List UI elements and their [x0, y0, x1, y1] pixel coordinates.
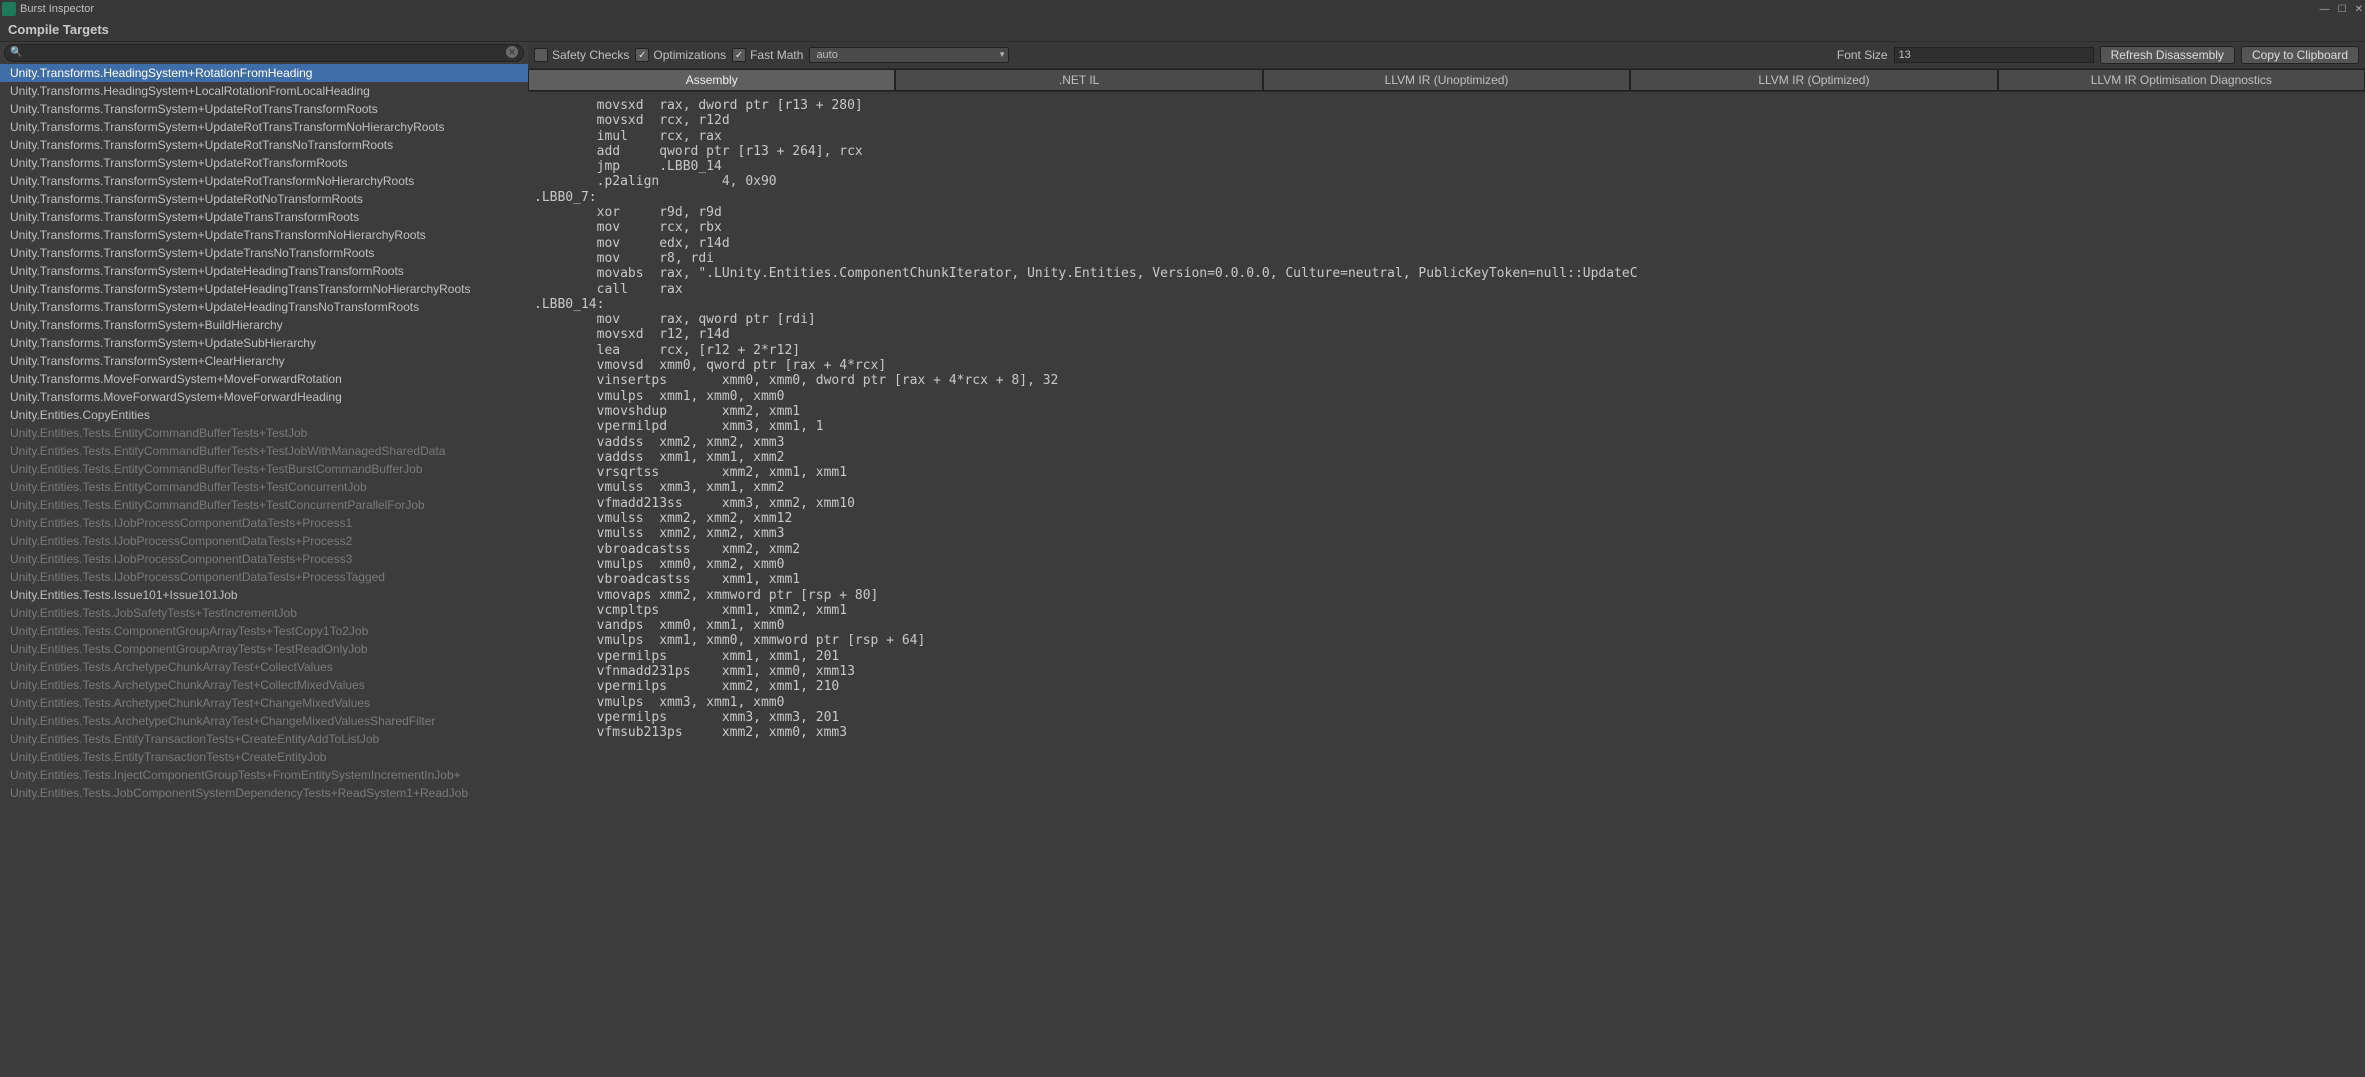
optimizations-label: Optimizations [653, 48, 726, 62]
target-item[interactable]: Unity.Entities.Tests.EntityCommandBuffer… [0, 478, 528, 496]
maximize-icon[interactable]: ☐ [2338, 4, 2347, 15]
target-item[interactable]: Unity.Entities.Tests.EntityCommandBuffer… [0, 496, 528, 514]
target-item[interactable]: Unity.Entities.Tests.ComponentGroupArray… [0, 622, 528, 640]
tab[interactable]: Assembly [528, 69, 895, 91]
dropdown-value: auto [816, 49, 837, 61]
target-item[interactable]: Unity.Transforms.MoveForwardSystem+MoveF… [0, 370, 528, 388]
target-item[interactable]: Unity.Transforms.TransformSystem+BuildHi… [0, 316, 528, 334]
target-item[interactable]: Unity.Transforms.TransformSystem+ClearHi… [0, 352, 528, 370]
target-item[interactable]: Unity.Entities.CopyEntities [0, 406, 528, 424]
target-dropdown[interactable]: auto [809, 47, 1009, 63]
target-item[interactable]: Unity.Transforms.TransformSystem+UpdateR… [0, 190, 528, 208]
copy-to-clipboard-button[interactable]: Copy to Clipboard [2241, 46, 2359, 64]
window-title: Burst Inspector [20, 3, 94, 15]
target-item[interactable]: Unity.Transforms.TransformSystem+UpdateR… [0, 136, 528, 154]
search-input[interactable] [4, 44, 524, 62]
target-item[interactable]: Unity.Entities.Tests.Issue101+Issue101Jo… [0, 586, 528, 604]
target-item[interactable]: Unity.Transforms.TransformSystem+UpdateS… [0, 334, 528, 352]
minimize-icon[interactable]: — [2320, 4, 2330, 15]
checkbox-icon: ✓ [635, 48, 649, 62]
fontsize-label: Font Size [1837, 48, 1888, 62]
target-item[interactable]: Unity.Entities.Tests.ComponentGroupArray… [0, 640, 528, 658]
tab[interactable]: LLVM IR (Optimized) [1630, 69, 1997, 91]
checkbox-icon [534, 48, 548, 62]
tabs: Assembly.NET ILLLVM IR (Unoptimized)LLVM… [528, 69, 2365, 92]
page-title: Compile Targets [8, 22, 109, 37]
fastmath-label: Fast Math [750, 48, 803, 62]
app-icon [2, 2, 16, 16]
target-item[interactable]: Unity.Transforms.TransformSystem+UpdateT… [0, 226, 528, 244]
target-item[interactable]: Unity.Entities.Tests.EntityTransactionTe… [0, 748, 528, 766]
target-item[interactable]: Unity.Transforms.TransformSystem+UpdateH… [0, 280, 528, 298]
fontsize-input[interactable] [1894, 47, 2094, 63]
target-item[interactable]: Unity.Transforms.HeadingSystem+LocalRota… [0, 82, 528, 100]
fastmath-toggle[interactable]: ✓ Fast Math [732, 48, 803, 62]
target-item[interactable]: Unity.Transforms.TransformSystem+UpdateT… [0, 208, 528, 226]
target-item[interactable]: Unity.Entities.Tests.EntityTransactionTe… [0, 730, 528, 748]
target-item[interactable]: Unity.Entities.Tests.EntityCommandBuffer… [0, 460, 528, 478]
tab[interactable]: LLVM IR Optimisation Diagnostics [1998, 69, 2365, 91]
close-icon[interactable]: ✕ [2355, 4, 2363, 15]
target-item[interactable]: Unity.Entities.Tests.IJobProcessComponen… [0, 550, 528, 568]
target-item[interactable]: Unity.Transforms.TransformSystem+UpdateR… [0, 172, 528, 190]
target-list[interactable]: Unity.Transforms.HeadingSystem+RotationF… [0, 64, 528, 1077]
target-item[interactable]: Unity.Entities.Tests.InjectComponentGrou… [0, 766, 528, 784]
target-item[interactable]: Unity.Entities.Tests.EntityCommandBuffer… [0, 424, 528, 442]
target-item[interactable]: Unity.Transforms.TransformSystem+UpdateR… [0, 118, 528, 136]
target-item[interactable]: Unity.Transforms.MoveForwardSystem+MoveF… [0, 388, 528, 406]
code-area[interactable]: movsxd rax, dword ptr [r13 + 280] movsxd… [528, 92, 2365, 1077]
target-item[interactable]: Unity.Transforms.TransformSystem+UpdateT… [0, 244, 528, 262]
target-item[interactable]: Unity.Entities.Tests.JobComponentSystemD… [0, 784, 528, 802]
target-item[interactable]: Unity.Transforms.TransformSystem+UpdateH… [0, 262, 528, 280]
target-item[interactable]: Unity.Entities.Tests.ArchetypeChunkArray… [0, 712, 528, 730]
target-item[interactable]: Unity.Transforms.TransformSystem+UpdateH… [0, 298, 528, 316]
right-panel: Safety Checks ✓ Optimizations ✓ Fast Mat… [528, 42, 2365, 1077]
optimizations-toggle[interactable]: ✓ Optimizations [635, 48, 726, 62]
safety-checks-label: Safety Checks [552, 48, 629, 62]
target-item[interactable]: Unity.Entities.Tests.IJobProcessComponen… [0, 568, 528, 586]
refresh-disassembly-button[interactable]: Refresh Disassembly [2100, 46, 2235, 64]
target-item[interactable]: Unity.Entities.Tests.IJobProcessComponen… [0, 514, 528, 532]
left-panel: 🔍 ✕ Unity.Transforms.HeadingSystem+Rotat… [0, 42, 528, 1077]
header: Compile Targets [0, 18, 2365, 42]
toolbar: Safety Checks ✓ Optimizations ✓ Fast Mat… [528, 42, 2365, 69]
target-item[interactable]: Unity.Entities.Tests.ArchetypeChunkArray… [0, 676, 528, 694]
window-controls: — ☐ ✕ [2320, 4, 2363, 15]
target-item[interactable]: Unity.Entities.Tests.IJobProcessComponen… [0, 532, 528, 550]
target-item[interactable]: Unity.Transforms.HeadingSystem+RotationF… [0, 64, 528, 82]
target-item[interactable]: Unity.Entities.Tests.JobSafetyTests+Test… [0, 604, 528, 622]
tab[interactable]: LLVM IR (Unoptimized) [1263, 69, 1630, 91]
target-item[interactable]: Unity.Transforms.TransformSystem+UpdateR… [0, 100, 528, 118]
safety-checks-toggle[interactable]: Safety Checks [534, 48, 629, 62]
target-item[interactable]: Unity.Transforms.TransformSystem+UpdateR… [0, 154, 528, 172]
target-item[interactable]: Unity.Entities.Tests.EntityCommandBuffer… [0, 442, 528, 460]
clear-search-icon[interactable]: ✕ [506, 46, 518, 58]
titlebar: Burst Inspector — ☐ ✕ [0, 0, 2365, 18]
checkbox-icon: ✓ [732, 48, 746, 62]
tab[interactable]: .NET IL [895, 69, 1262, 91]
target-item[interactable]: Unity.Entities.Tests.ArchetypeChunkArray… [0, 658, 528, 676]
target-item[interactable]: Unity.Entities.Tests.ArchetypeChunkArray… [0, 694, 528, 712]
